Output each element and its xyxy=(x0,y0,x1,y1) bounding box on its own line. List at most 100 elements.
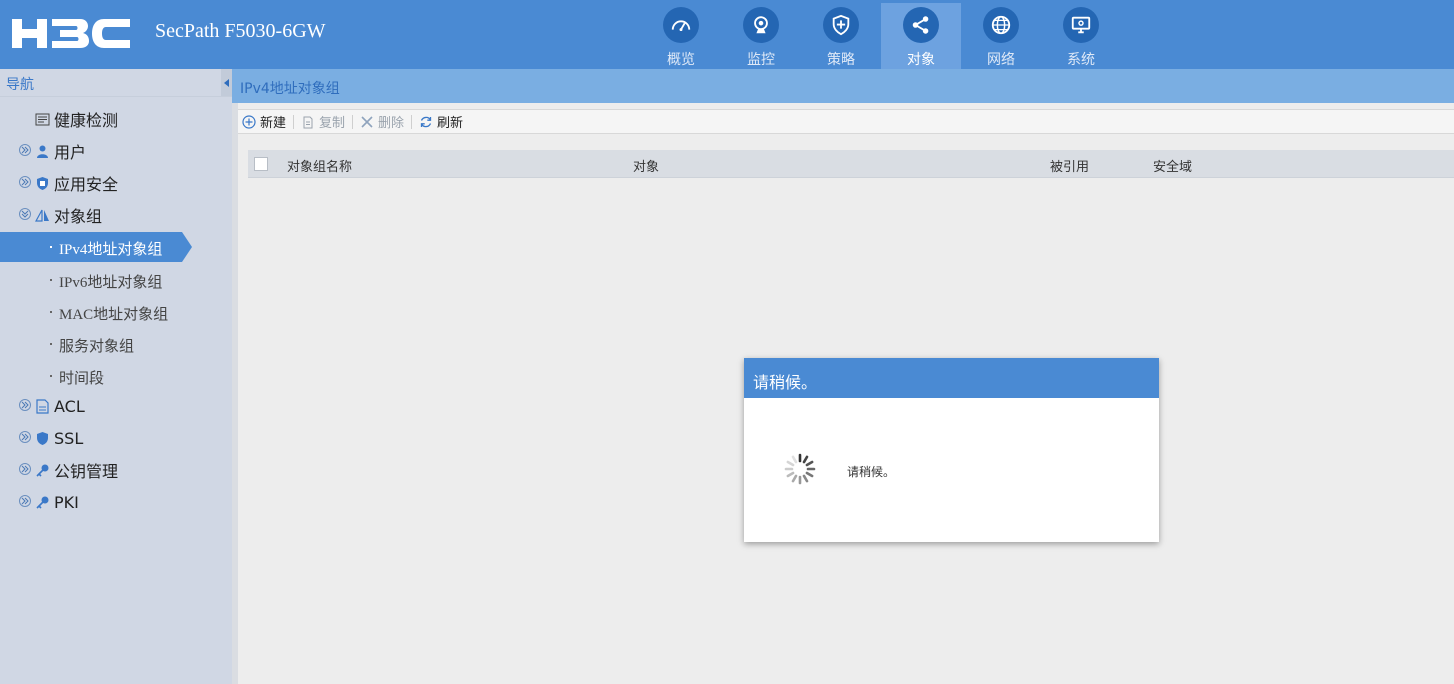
tab-policy-label: 策略 xyxy=(827,52,855,68)
sidebar-item-label: 用户 xyxy=(54,143,87,162)
column-header-security-zone[interactable]: 安全域 xyxy=(1153,156,1192,175)
tab-monitor-label: 监控 xyxy=(747,52,775,68)
tab-monitor[interactable]: 监控 xyxy=(721,3,801,69)
sidebar-item-acl[interactable]: ACL xyxy=(0,392,200,420)
bullet xyxy=(50,246,52,248)
monitor-icon xyxy=(1063,7,1099,43)
toolbar-separator xyxy=(352,114,354,129)
key-icon xyxy=(36,464,49,477)
sidebar-item-label: 公钥管理 xyxy=(54,462,119,481)
top-header: SecPath F5030-6GW 概览 监控 策略 对象 网络 系统 xyxy=(0,0,1454,69)
tab-overview[interactable]: 概览 xyxy=(641,3,721,69)
share-nodes-icon xyxy=(903,7,939,43)
bullet xyxy=(50,375,52,377)
select-all-checkbox[interactable] xyxy=(254,157,268,171)
content-left-border xyxy=(232,103,238,684)
sidebar-title: 导航 xyxy=(6,77,34,93)
loading-spinner-icon xyxy=(784,453,816,485)
sidebar-subitem-label: IPv6地址对象组 xyxy=(59,275,163,291)
expand-icon[interactable] xyxy=(19,463,31,475)
navigation-sidebar: 导航 健康检测 用户 应用安全 对象组 IPv4地址对象组 IPv6地址对象组 … xyxy=(0,69,232,684)
tab-overview-label: 概览 xyxy=(667,52,695,68)
column-header-objects[interactable]: 对象 xyxy=(633,156,659,175)
sidebar-subitem-time-range[interactable]: 时间段 xyxy=(0,362,200,390)
expand-icon[interactable] xyxy=(19,176,31,188)
sidebar-item-user[interactable]: 用户 xyxy=(0,137,200,165)
new-button-label: 新建 xyxy=(260,116,287,131)
tab-system[interactable]: 系统 xyxy=(1041,3,1121,69)
object-group-icon xyxy=(35,209,49,222)
sidebar-item-label: PKI xyxy=(54,492,79,512)
refresh-button-label: 刷新 xyxy=(437,116,464,131)
sidebar-subitem-service-group[interactable]: 服务对象组 xyxy=(0,330,200,358)
tab-policy[interactable]: 策略 xyxy=(801,3,881,69)
globe-icon xyxy=(983,7,1019,43)
tab-system-label: 系统 xyxy=(1067,52,1095,68)
dialog-title-bar: 请稍候。 xyxy=(744,358,1159,398)
tab-object[interactable]: 对象 xyxy=(881,3,961,69)
key-icon xyxy=(36,496,49,509)
sidebar-item-label: 对象组 xyxy=(54,207,103,226)
new-button[interactable]: 新建 xyxy=(238,112,290,132)
tab-object-label: 对象 xyxy=(907,52,935,68)
sidebar-item-app-security[interactable]: 应用安全 xyxy=(0,169,200,197)
content-title-bar: IPv4地址对象组 xyxy=(232,69,1454,103)
sidebar-subitem-ipv4-group[interactable]: IPv4地址对象组 xyxy=(0,232,192,262)
shield-icon xyxy=(823,7,859,43)
main-nav-tabs: 概览 监控 策略 对象 网络 系统 xyxy=(641,3,1121,69)
delete-button-label: 删除 xyxy=(378,116,405,131)
sidebar-subitem-label: 时间段 xyxy=(59,371,105,387)
column-header-referenced[interactable]: 被引用 xyxy=(1050,156,1089,175)
sidebar-subitem-label: IPv4地址对象组 xyxy=(59,242,163,258)
shield-icon xyxy=(37,177,48,190)
toolbar: 新建 复制 删除 刷新 xyxy=(238,109,1454,134)
sidebar-collapse-button[interactable] xyxy=(221,69,232,96)
column-header-name[interactable]: 对象组名称 xyxy=(287,156,352,175)
copy-button-label: 复制 xyxy=(319,116,346,131)
collapse-icon[interactable] xyxy=(19,208,31,220)
tab-network[interactable]: 网络 xyxy=(961,3,1041,69)
sidebar-subitem-mac-group[interactable]: MAC地址对象组 xyxy=(0,298,200,326)
copy-button[interactable]: 复制 xyxy=(297,112,349,132)
expand-icon[interactable] xyxy=(19,144,31,156)
user-icon xyxy=(37,145,48,158)
tab-network-label: 网络 xyxy=(987,52,1015,68)
sidebar-subitem-ipv6-group[interactable]: IPv6地址对象组 xyxy=(0,266,200,294)
sidebar-subitem-label: 服务对象组 xyxy=(59,339,135,355)
list-icon xyxy=(35,113,50,126)
sidebar-item-label: SSL xyxy=(54,428,84,448)
sidebar-item-health-check[interactable]: 健康检测 xyxy=(0,105,200,133)
delete-button[interactable]: 删除 xyxy=(356,112,408,132)
sidebar-item-label: 健康检测 xyxy=(54,111,119,130)
shield-icon xyxy=(37,432,48,445)
sidebar-item-public-key[interactable]: 公钥管理 xyxy=(0,456,200,484)
copy-icon xyxy=(303,116,313,128)
expand-icon[interactable] xyxy=(19,399,31,411)
h3c-logo xyxy=(12,19,130,48)
product-name: SecPath F5030-6GW xyxy=(155,20,326,42)
sidebar-item-label: 应用安全 xyxy=(54,175,119,194)
refresh-button[interactable]: 刷新 xyxy=(415,112,467,132)
add-icon xyxy=(242,114,256,129)
acl-document-icon xyxy=(36,399,49,414)
sidebar-item-pki[interactable]: PKI xyxy=(0,488,200,516)
sidebar-item-ssl[interactable]: SSL xyxy=(0,424,200,452)
bullet xyxy=(50,311,52,313)
bullet xyxy=(50,343,52,345)
refresh-icon xyxy=(420,116,432,127)
loading-dialog: 请稍候。 请稍候。 xyxy=(744,358,1159,542)
close-icon xyxy=(361,115,373,128)
camera-icon xyxy=(743,7,779,43)
dialog-title: 请稍候。 xyxy=(753,373,818,392)
bullet xyxy=(50,279,52,281)
sidebar-divider xyxy=(0,96,232,97)
expand-icon[interactable] xyxy=(19,431,31,443)
sidebar-subitem-label: MAC地址对象组 xyxy=(59,307,169,323)
sidebar-item-object-group[interactable]: 对象组 xyxy=(0,201,200,229)
toolbar-separator xyxy=(411,114,413,129)
table-header: 对象组名称 对象 被引用 安全域 xyxy=(248,150,1454,178)
dashboard-icon xyxy=(663,7,699,43)
page-title: IPv4地址对象组 xyxy=(240,81,340,97)
toolbar-separator xyxy=(293,114,295,129)
expand-icon[interactable] xyxy=(19,495,31,507)
